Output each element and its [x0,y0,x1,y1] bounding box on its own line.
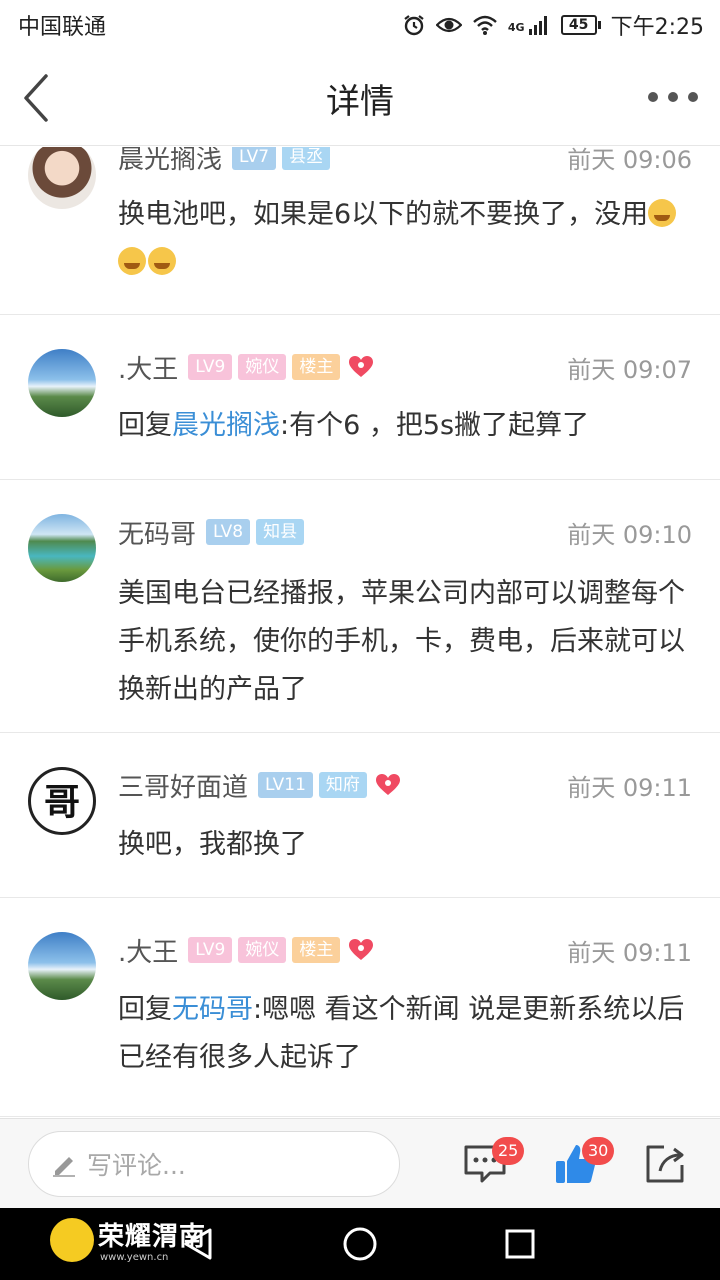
title-badge: 县丞 [282,147,331,170]
home-nav-icon[interactable] [342,1226,378,1262]
status-icons: 4G 45 下午2:25 [402,9,704,41]
like-count-badge: 30 [582,1137,615,1165]
watermark-url: www.yewn.cn [100,1252,169,1263]
system-nav-bar: 荣耀渭南 www.yewn.cn [0,1208,720,1280]
comment-placeholder: 写评论... [87,1151,186,1180]
title-badge: 婉仪 [238,354,287,380]
comment-text: 美国电台已经播报，苹果公司内部可以调整每个手机系统，使你的手机，卡，费电，后来就… [118,570,692,714]
comment-item: 晨光搁浅 LV7 县丞 前天 09:06 换电池吧，如果是6以下的就不要换了，没… [0,147,720,315]
network-type: 4G [507,21,525,34]
status-bar: 中国联通 4G 45 下午2:25 [0,0,720,50]
comment-text: 回复无码哥:嗯嗯 看这个新闻 说是更新系统以后 已经有很多人起诉了 [118,986,692,1082]
comment-header: 三哥好面道 LV11 知府 前天 09:11 [118,767,692,803]
mascot-icon [50,1218,94,1262]
comment-body: 换吧，我都换了 [118,829,307,860]
comment-header: 晨光搁浅 LV7 县丞 前天 09:06 [118,147,692,175]
comment-time: 前天 09:06 [567,147,692,174]
battery-icon: 45 [560,15,601,35]
avatar[interactable] [28,147,96,209]
username[interactable]: 三哥好面道 [118,767,248,804]
share-icon[interactable] [642,1141,688,1187]
laugh-cry-emoji-icon [648,199,677,227]
reply-prefix: 回复 [118,994,172,1025]
comment-header: .大王 LV9 婉仪 楼主 前天 09:07 [118,349,692,385]
comment-header: 无码哥 LV8 知县 前天 09:10 [118,514,692,550]
username[interactable]: 晨光搁浅 [118,147,222,176]
comment-item: 哥 三哥好面道 LV11 知府 前天 09:11 换吧，我都换了 [0,733,720,898]
comment-time: 前天 09:07 [567,355,692,384]
comment-item: 无码哥 LV8 知县 前天 09:10 美国电台已经播报，苹果公司内部可以调整每… [0,480,720,733]
comment-list[interactable]: 晨光搁浅 LV7 县丞 前天 09:06 换电池吧，如果是6以下的就不要换了，没… [0,147,720,1117]
owner-badge: 楼主 [292,354,341,380]
comment-header: .大王 LV9 婉仪 楼主 前天 09:11 [118,932,692,968]
comment-text: 换吧，我都换了 [118,821,692,869]
back-nav-icon[interactable] [180,1226,216,1262]
username[interactable]: .大王 [118,932,178,969]
title-badge: 婉仪 [238,937,287,963]
comment-time: 前天 09:11 [567,938,692,967]
svg-text:哥: 哥 [44,781,80,823]
mention-link[interactable]: 晨光搁浅 [172,410,280,441]
comment-body: :有个6 ，把5s撇了起算了 [280,410,590,441]
laugh-cry-emoji-icon [118,247,146,275]
page-title: 详情 [326,82,394,122]
comment-input[interactable]: 写评论... [28,1131,400,1197]
more-icon[interactable] [648,90,698,104]
level-badge: LV8 [206,519,251,545]
level-badge: LV7 [232,147,277,170]
heart-icon [375,774,400,795]
eye-icon [435,17,462,33]
username[interactable]: .大王 [118,349,178,386]
heart-icon [349,356,374,377]
avatar[interactable] [28,514,96,582]
owner-badge: 楼主 [292,937,341,963]
comment-time: 前天 09:11 [567,773,692,802]
nav-bar: 详情 [0,50,720,146]
pencil-icon [53,1157,75,1177]
username[interactable]: 无码哥 [118,514,196,551]
comment-item: .大王 LV9 婉仪 楼主 前天 09:11 回复无码哥:嗯嗯 看这个新闻 说是… [0,898,720,1117]
battery-level: 45 [560,15,597,35]
comment-time: 前天 09:10 [567,520,692,549]
comment-count-badge: 25 [492,1137,525,1165]
comment-body: 美国电台已经播报，苹果公司内部可以调整每个手机系统，使你的手机，卡，费电，后来就… [118,578,685,705]
bottom-action-bar: 写评论... 25 30 [0,1118,720,1208]
heart-icon [349,939,374,960]
reply-prefix: 回复 [118,410,172,441]
alarm-icon [404,15,424,36]
title-badge: 知府 [318,772,367,798]
laugh-cry-emoji-icon [148,247,176,275]
wifi-icon [473,15,497,35]
avatar[interactable]: 哥 [28,767,96,835]
avatar[interactable] [28,349,96,417]
level-badge: LV11 [258,772,313,798]
comment-body: 换电池吧，如果是6以下的就不要换了，没用 [118,199,649,230]
calligraphy-logo-icon: 哥 [44,781,80,823]
signal-icon [528,16,547,35]
comment-text: 换电池吧，如果是6以下的就不要换了，没用 [118,191,692,287]
title-badge: 知县 [256,519,305,545]
level-badge: LV9 [188,354,233,380]
recents-nav-icon[interactable] [504,1228,536,1260]
clock: 下午2:25 [610,15,704,40]
carrier-label: 中国联通 [18,15,107,40]
mention-link[interactable]: 无码哥 [172,994,253,1025]
level-badge: LV9 [188,937,233,963]
comment-item: .大王 LV9 婉仪 楼主 前天 09:07 回复晨光搁浅:有个6 ，把5s撇了… [0,315,720,480]
comment-text: 回复晨光搁浅:有个6 ，把5s撇了起算了 [118,402,692,450]
avatar[interactable] [28,932,96,1000]
